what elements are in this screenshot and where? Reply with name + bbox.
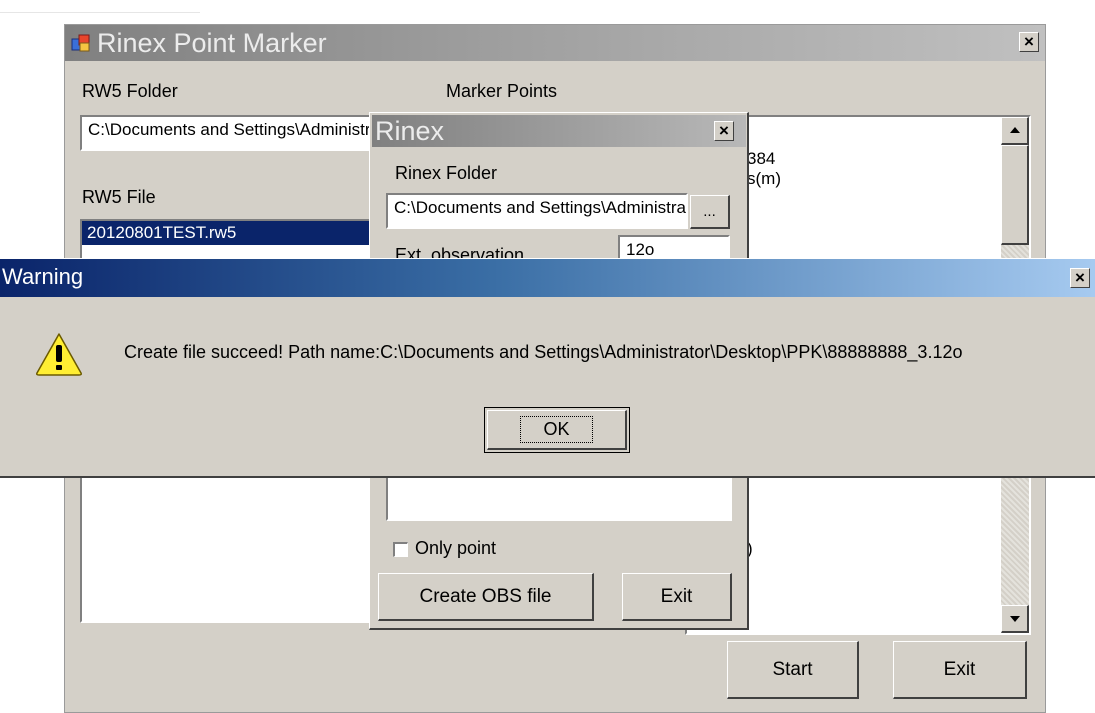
- rinex-dialog-title: Rinex: [375, 116, 445, 146]
- rw5-file-label: RW5 File: [82, 187, 156, 207]
- main-exit-button[interactable]: Exit: [893, 641, 1027, 699]
- rinex-exit-button[interactable]: Exit: [622, 573, 732, 621]
- warning-dialog-title: Warning: [2, 264, 84, 289]
- main-close-button[interactable]: ×: [1019, 32, 1039, 52]
- app-icon: [71, 34, 90, 52]
- ext-observation-value: 12o: [626, 240, 655, 259]
- only-point-checkbox[interactable]: [393, 542, 408, 557]
- rw5-file-item-selected[interactable]: 20120801TEST.rw5: [82, 221, 378, 245]
- main-title-bar[interactable]: Rinex Point Marker ×: [65, 25, 1045, 61]
- main-window-title: Rinex Point Marker: [97, 28, 327, 58]
- rinex-folder-label: Rinex Folder: [395, 163, 498, 183]
- start-button[interactable]: Start: [727, 641, 859, 699]
- background-strip: [0, 0, 200, 13]
- warning-close-button[interactable]: ×: [1070, 268, 1090, 288]
- marker-points-label: Marker Points: [446, 81, 558, 101]
- rw5-folder-value: C:\Documents and Settings\Administrator\…: [88, 120, 378, 139]
- warning-title-bar[interactable]: Warning ×: [0, 259, 1095, 297]
- marker-points-line-1: 384: [747, 149, 776, 168]
- rinex-close-button[interactable]: ×: [714, 121, 734, 141]
- marker-points-line-2: s(m): [747, 169, 781, 188]
- ok-button-label: OK: [520, 416, 593, 443]
- ok-button[interactable]: OK: [484, 407, 630, 453]
- browse-folder-button[interactable]: ...: [690, 195, 730, 229]
- scroll-down-arrow-icon: [1009, 616, 1020, 622]
- rinex-folder-value: C:\Documents and Settings\Administrator\…: [394, 198, 686, 217]
- ok-button-face: OK: [487, 410, 627, 450]
- warning-dialog: Warning × Create file succeed! Path name…: [0, 258, 1095, 478]
- only-point-label: Only point: [415, 538, 497, 558]
- scroll-up-button[interactable]: [1001, 117, 1029, 145]
- scroll-up-arrow-icon: [1009, 127, 1020, 133]
- create-obs-file-button[interactable]: Create OBS file: [378, 573, 594, 621]
- warning-message: Create file succeed! Path name:C:\Docume…: [124, 342, 963, 362]
- rw5-folder-field[interactable]: C:\Documents and Settings\Administrator\…: [80, 115, 380, 151]
- scroll-thumb[interactable]: [1001, 145, 1029, 245]
- scroll-down-button[interactable]: [1001, 605, 1029, 633]
- rw5-folder-label: RW5 Folder: [82, 81, 178, 101]
- rinex-folder-field[interactable]: C:\Documents and Settings\Administrator\…: [386, 193, 688, 229]
- rinex-title-bar[interactable]: Rinex ×: [372, 115, 746, 147]
- warning-icon: [36, 333, 82, 376]
